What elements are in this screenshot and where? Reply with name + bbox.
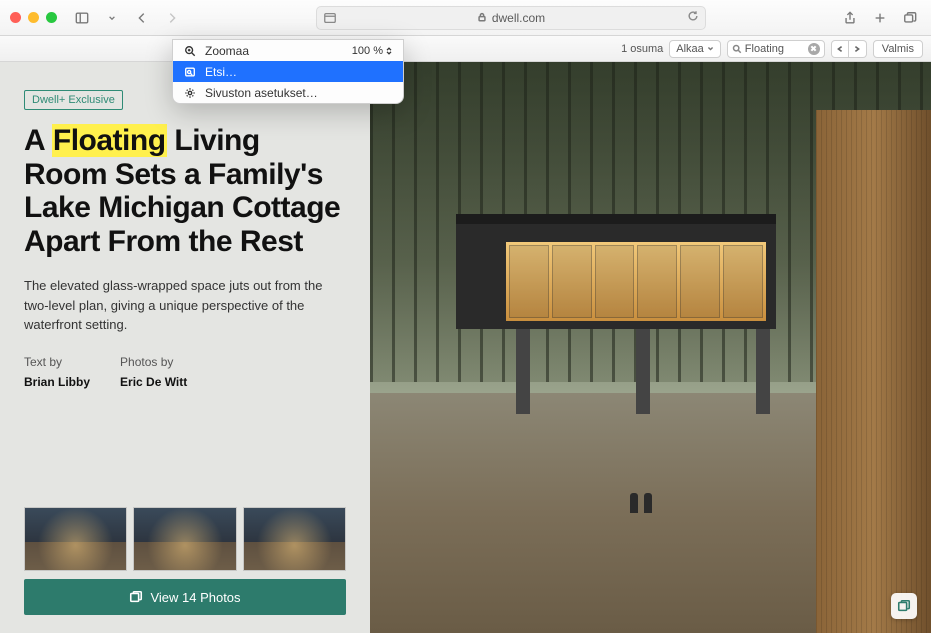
thumbnail[interactable] — [243, 507, 346, 571]
clear-find-button[interactable] — [808, 43, 820, 55]
menu-find-label: Etsi… — [205, 65, 237, 79]
find-count: 1 osuma — [621, 43, 663, 55]
photo-thumbnails — [24, 487, 346, 571]
find-prev-button[interactable] — [831, 40, 849, 58]
article-panel: Dwell+ Exclusive A Floating Living Room … — [0, 62, 370, 633]
find-bar: 1 osuma Alkaa Floating Valmis — [0, 36, 931, 62]
menu-settings-label: Sivuston asetukset… — [205, 86, 318, 100]
lock-icon — [477, 11, 487, 25]
new-tab-button[interactable] — [869, 7, 891, 29]
page-settings-icon[interactable] — [323, 11, 337, 25]
gear-icon — [183, 87, 197, 99]
photos-by-author[interactable]: Eric De Witt — [120, 375, 187, 389]
tab-overview-button[interactable] — [899, 7, 921, 29]
gallery-icon — [129, 590, 143, 604]
reload-button[interactable] — [687, 10, 699, 25]
stepper-icon — [385, 47, 393, 55]
hero-image — [370, 62, 931, 633]
article-credits: Text by Brian Libby Photos by Eric De Wi… — [24, 355, 346, 389]
gallery-fab-button[interactable] — [891, 593, 917, 619]
address-bar[interactable]: dwell.com — [316, 6, 706, 30]
close-window-button[interactable] — [10, 12, 21, 23]
address-bar-wrap: dwell.com — [191, 6, 831, 30]
zoom-window-button[interactable] — [46, 12, 57, 23]
gallery-icon — [897, 599, 911, 613]
menu-zoom-label: Zoomaa — [205, 44, 249, 58]
chevron-down-icon — [707, 45, 714, 52]
forward-button[interactable] — [161, 7, 183, 29]
menu-zoom[interactable]: Zoomaa 100 % — [173, 40, 403, 61]
article-headline: A Floating Living Room Sets a Family's L… — [24, 124, 346, 258]
thumbnail[interactable] — [24, 507, 127, 571]
article-subhead: The elevated glass-wrapped space juts ou… — [24, 276, 346, 335]
view-photos-button[interactable]: View 14 Photos — [24, 579, 346, 615]
find-input[interactable]: Floating — [727, 40, 825, 58]
find-step-buttons — [831, 40, 867, 58]
find-scope-select[interactable]: Alkaa — [669, 40, 721, 58]
exclusive-badge: Dwell+ Exclusive — [24, 90, 123, 110]
page-content: Dwell+ Exclusive A Floating Living Room … — [0, 62, 931, 633]
find-icon — [183, 66, 197, 78]
find-done-button[interactable]: Valmis — [873, 40, 923, 58]
minimize-window-button[interactable] — [28, 12, 39, 23]
tab-group-chevron-icon[interactable] — [101, 7, 123, 29]
back-button[interactable] — [131, 7, 153, 29]
menu-site-settings[interactable]: Sivuston asetukset… — [173, 82, 403, 103]
photos-by-label: Photos by — [120, 355, 187, 369]
share-button[interactable] — [839, 7, 861, 29]
browser-toolbar: dwell.com — [0, 0, 931, 36]
page-menu: Zoomaa 100 % Etsi… Sivuston asetukset… — [172, 39, 404, 104]
thumbnail[interactable] — [133, 507, 236, 571]
find-highlight: Floating — [52, 124, 167, 157]
window-controls — [10, 12, 57, 23]
find-next-button[interactable] — [849, 40, 867, 58]
search-icon — [732, 44, 742, 54]
text-by-label: Text by — [24, 355, 90, 369]
menu-find[interactable]: Etsi… — [173, 61, 403, 82]
address-domain: dwell.com — [492, 11, 545, 25]
find-input-value: Floating — [745, 43, 784, 55]
zoom-icon — [183, 45, 197, 57]
text-by-author[interactable]: Brian Libby — [24, 375, 90, 389]
sidebar-toggle-button[interactable] — [71, 7, 93, 29]
menu-zoom-value[interactable]: 100 % — [352, 45, 393, 57]
